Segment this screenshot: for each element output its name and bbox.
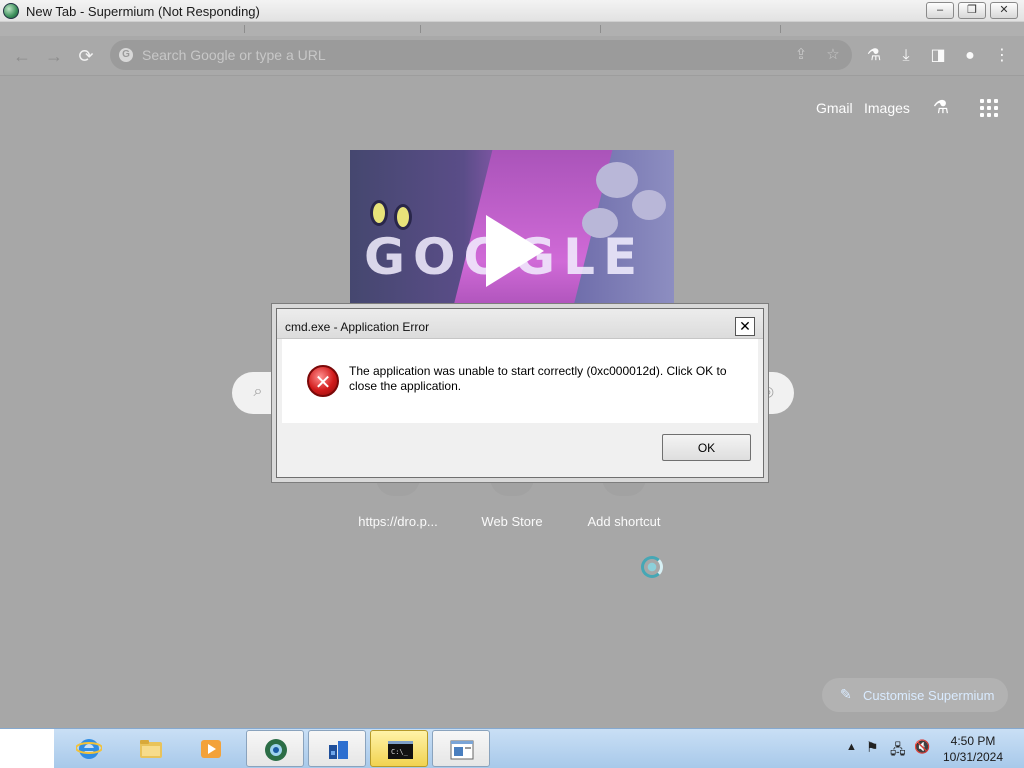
application-error-dialog[interactable]: cmd.exe - Application Error ✕ ✕ The appl… bbox=[276, 308, 764, 478]
doodle-cat-eye bbox=[394, 204, 412, 230]
taskbar-command-prompt[interactable]: C:\_ bbox=[370, 730, 428, 767]
doodle-play-icon[interactable] bbox=[486, 215, 544, 287]
browser-toolbar: ← → ⟳ G ⇪ ☆ ⚗ ⤓ ◨ ● ⋮ bbox=[0, 36, 1024, 76]
taskbar-internet-explorer[interactable] bbox=[60, 730, 118, 767]
clock-time: 4:50 PM bbox=[950, 734, 996, 748]
supermium-app-icon bbox=[3, 3, 19, 19]
shortcut-label: Add shortcut bbox=[587, 514, 661, 529]
taskbar-file-explorer[interactable] bbox=[122, 730, 180, 767]
maximize-button[interactable]: ❐ bbox=[958, 2, 986, 19]
shortcut-label: https://dro.p... bbox=[358, 514, 438, 529]
window-title: New Tab - Supermium (Not Responding) bbox=[26, 4, 260, 19]
close-window-button[interactable]: ✕ bbox=[990, 2, 1018, 19]
start-button-area[interactable] bbox=[0, 729, 54, 768]
dialog-close-button[interactable]: ✕ bbox=[735, 317, 755, 336]
google-apps-grid-icon[interactable] bbox=[979, 98, 1003, 122]
doodle-ghost bbox=[632, 190, 666, 220]
folder-icon bbox=[140, 740, 162, 758]
google-g-icon: G bbox=[119, 48, 133, 62]
omnibox-input[interactable] bbox=[142, 45, 742, 65]
halloween-doodle[interactable]: GOOGLE bbox=[350, 150, 674, 310]
search-labs-flask-icon[interactable]: ⚗ bbox=[929, 97, 953, 121]
error-icon: ✕ bbox=[307, 365, 339, 397]
search-icon: ⌕ bbox=[253, 383, 263, 400]
system-clock[interactable]: 4:50 PM 10/31/2024 bbox=[938, 733, 1008, 765]
customise-label: Customise Supermium bbox=[863, 688, 995, 703]
tab-separator bbox=[420, 25, 421, 33]
taskbar-command-prompt-window[interactable] bbox=[308, 730, 366, 767]
doodle-ghost bbox=[596, 162, 638, 198]
tab-separator bbox=[600, 25, 601, 33]
internet-explorer-icon bbox=[76, 739, 102, 759]
taskbar-media-player[interactable] bbox=[182, 730, 240, 767]
download-icon[interactable]: ⤓ bbox=[894, 44, 918, 68]
network-icon[interactable]: 🖧 bbox=[890, 739, 906, 763]
dialog-titlebar[interactable]: cmd.exe - Application Error ✕ bbox=[277, 309, 763, 339]
gmail-link[interactable]: Gmail bbox=[816, 100, 853, 116]
dialog-title: cmd.exe - Application Error bbox=[285, 320, 430, 334]
customise-button[interactable]: ✎ Customise Supermium bbox=[822, 678, 1008, 712]
minimize-button[interactable]: – bbox=[926, 2, 954, 19]
action-center-flag-icon[interactable]: ⚑ bbox=[866, 739, 879, 756]
menu-kebab-icon[interactable]: ⋮ bbox=[990, 44, 1014, 68]
images-link[interactable]: Images bbox=[864, 100, 910, 116]
doodle-cat-eye bbox=[370, 200, 388, 226]
media-player-icon bbox=[201, 740, 221, 758]
address-bar[interactable]: G ⇪ ☆ bbox=[110, 40, 852, 70]
taskbar: C:\_ ▲ ⚑ 🖧 🔇 4:50 PM 10/31/2024 bbox=[0, 728, 1024, 768]
window-icon bbox=[450, 740, 474, 760]
shortcut-label: Web Store bbox=[481, 514, 543, 529]
pencil-icon: ✎ bbox=[840, 686, 852, 702]
volume-muted-icon[interactable]: 🔇 bbox=[914, 739, 930, 755]
loading-spinner-icon bbox=[641, 556, 663, 578]
tab-separator bbox=[244, 25, 245, 33]
taskbar-open-window[interactable] bbox=[432, 730, 490, 767]
windows-cmd-window-icon bbox=[329, 741, 348, 759]
command-prompt-icon: C:\_ bbox=[388, 741, 413, 759]
tab-strip bbox=[0, 22, 1024, 36]
share-icon[interactable]: ⇪ bbox=[792, 46, 810, 64]
svg-text:C:\_: C:\_ bbox=[391, 748, 409, 756]
show-hidden-icons-button[interactable]: ▲ bbox=[846, 741, 857, 753]
dialog-body: ✕ The application was unable to start co… bbox=[282, 339, 758, 423]
clock-date: 10/31/2024 bbox=[942, 750, 1004, 764]
window-titlebar[interactable]: New Tab - Supermium (Not Responding) – ❐… bbox=[0, 0, 1024, 22]
ok-button[interactable]: OK bbox=[662, 434, 751, 461]
tab-separator bbox=[780, 25, 781, 33]
bookmark-star-icon[interactable]: ☆ bbox=[824, 46, 842, 64]
dialog-message: The application was unable to start corr… bbox=[349, 364, 727, 393]
profile-icon[interactable]: ● bbox=[958, 44, 982, 68]
supermium-icon bbox=[265, 739, 287, 761]
back-arrow-icon[interactable]: ← bbox=[10, 44, 34, 68]
taskbar-supermium[interactable] bbox=[246, 730, 304, 767]
side-panel-icon[interactable]: ◨ bbox=[926, 44, 950, 68]
forward-arrow-icon[interactable]: → bbox=[42, 44, 66, 68]
reload-icon[interactable]: ⟳ bbox=[74, 44, 98, 68]
dialog-footer: OK bbox=[282, 423, 758, 472]
labs-flask-icon[interactable]: ⚗ bbox=[862, 44, 886, 68]
